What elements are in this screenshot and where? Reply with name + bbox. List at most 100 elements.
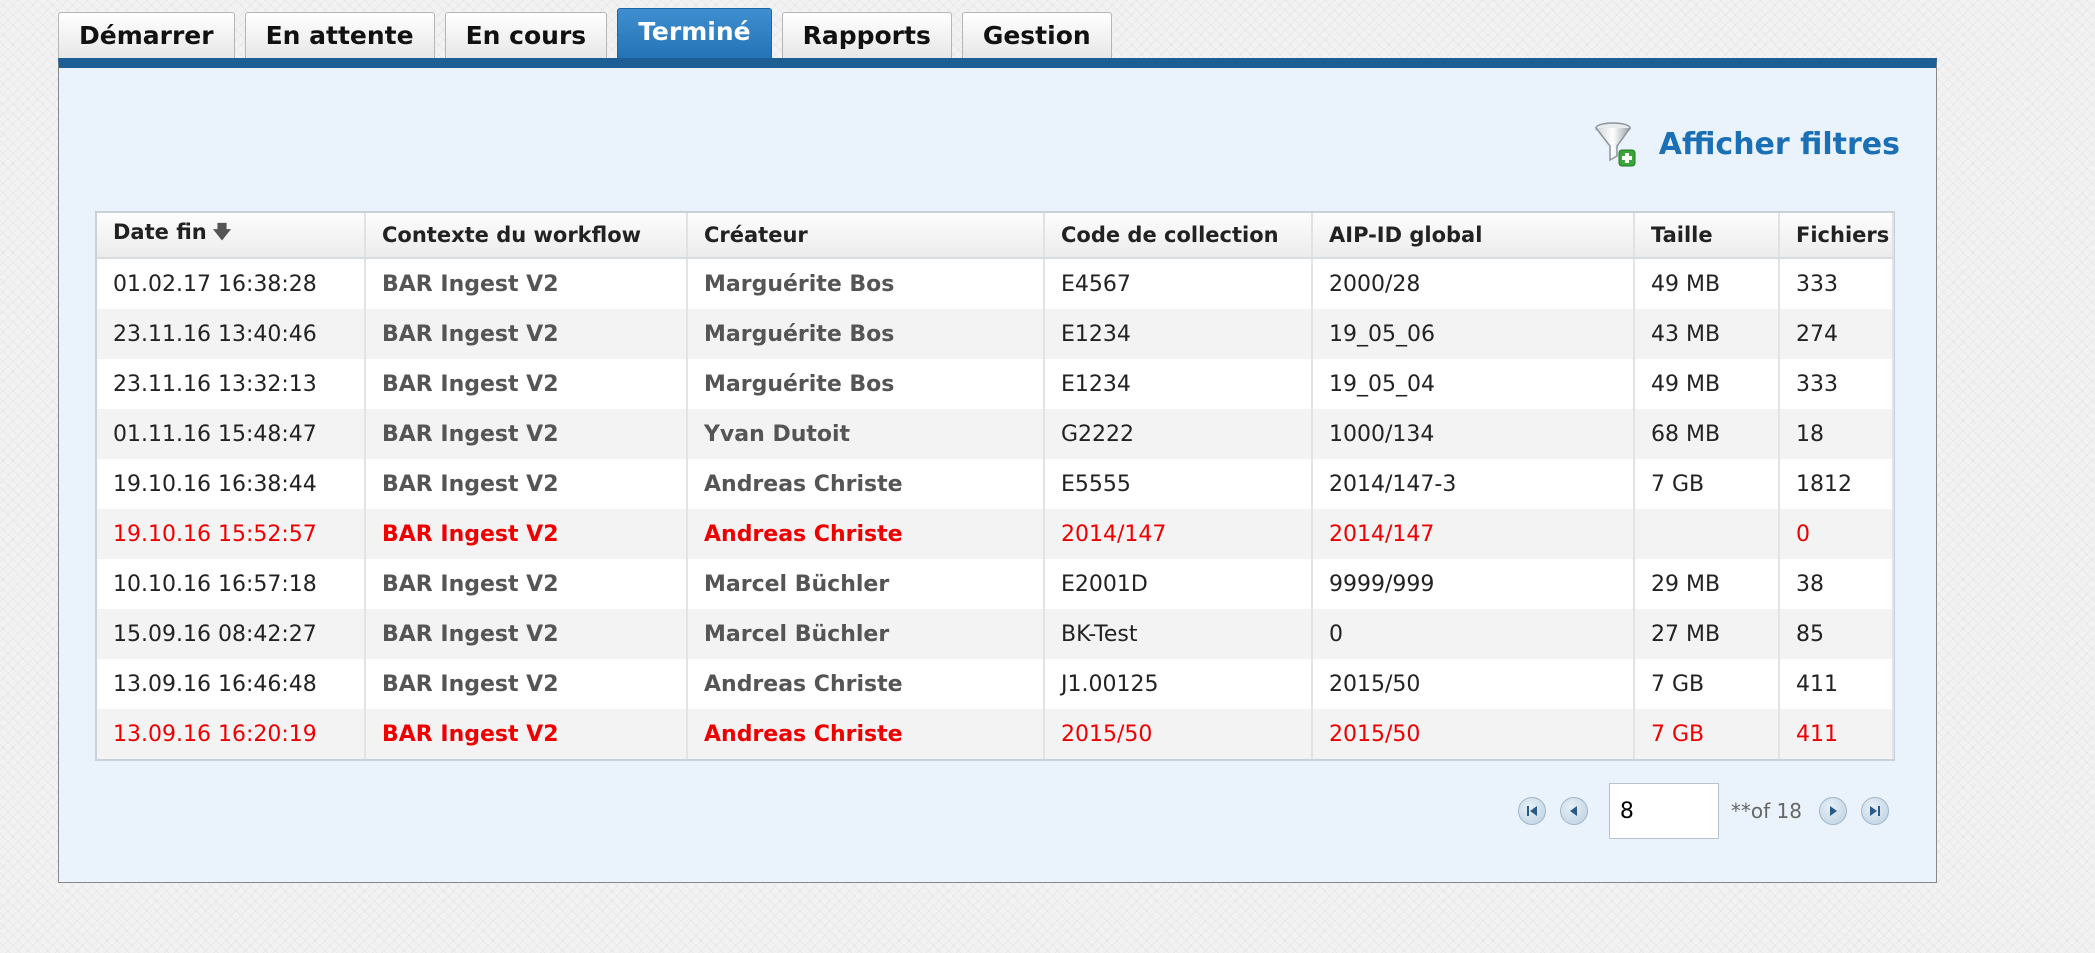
cell-contexte: BAR Ingest V2 — [365, 709, 688, 759]
cell-taille: 68 MB — [1634, 409, 1780, 459]
last-page-button[interactable] — [1861, 797, 1889, 825]
column-header-contexte[interactable]: Contexte du workflow — [365, 213, 688, 259]
table-row[interactable]: 13.09.16 16:20:19 BAR Ingest V2 Andreas … — [97, 709, 1894, 759]
table-row[interactable]: 19.10.16 16:38:44 BAR Ingest V2 Andreas … — [97, 459, 1894, 509]
cell-fichiers: 411 — [1779, 659, 1894, 709]
cell-contexte: BAR Ingest V2 — [365, 309, 688, 359]
column-header-createur[interactable]: Créateur — [687, 213, 1045, 259]
tab-rapports[interactable]: Rapports — [781, 12, 952, 58]
cell-date-fin: 23.11.16 13:40:46 — [97, 309, 366, 359]
last-page-icon — [1870, 806, 1880, 816]
next-page-icon — [1830, 806, 1837, 816]
cell-date-fin: 13.09.16 16:20:19 — [97, 709, 366, 759]
cell-createur: Marguérite Bos — [687, 359, 1045, 409]
cell-contexte: BAR Ingest V2 — [365, 258, 688, 309]
page: Démarrer En attente En cours Terminé Rap… — [10, 6, 2070, 906]
cell-taille: 7 GB — [1634, 709, 1780, 759]
column-header-fichiers[interactable]: Fichiers — [1779, 213, 1894, 259]
tab-en-attente[interactable]: En attente — [244, 12, 435, 58]
column-header-aip-id[interactable]: AIP-ID global — [1312, 213, 1635, 259]
cell-date-fin: 15.09.16 08:42:27 — [97, 609, 366, 659]
tab-panel: Afficher filtres Date fin 🡇 Contexte du w… — [58, 58, 1937, 883]
cell-taille — [1634, 509, 1780, 559]
cell-taille: 49 MB — [1634, 258, 1780, 309]
cell-fichiers: 85 — [1779, 609, 1894, 659]
cell-fichiers: 333 — [1779, 258, 1894, 309]
cell-date-fin: 13.09.16 16:46:48 — [97, 659, 366, 709]
tab-gestion[interactable]: Gestion — [961, 12, 1112, 58]
next-page-button[interactable] — [1819, 797, 1847, 825]
cell-createur: Marcel Büchler — [687, 559, 1045, 609]
cell-fichiers: 38 — [1779, 559, 1894, 609]
cell-code-collection: E5555 — [1044, 459, 1313, 509]
table-row[interactable]: 10.10.16 16:57:18 BAR Ingest V2 Marcel B… — [97, 559, 1894, 609]
cell-contexte: BAR Ingest V2 — [365, 609, 688, 659]
cell-date-fin: 23.11.16 13:32:13 — [97, 359, 366, 409]
cell-fichiers: 0 — [1779, 509, 1894, 559]
cell-contexte: BAR Ingest V2 — [365, 509, 688, 559]
column-header-taille[interactable]: Taille — [1634, 213, 1780, 259]
cell-code-collection: 2014/147 — [1044, 509, 1313, 559]
cell-contexte: BAR Ingest V2 — [365, 359, 688, 409]
cell-contexte: BAR Ingest V2 — [365, 559, 688, 609]
cell-createur: Yvan Dutoit — [687, 409, 1045, 459]
cell-createur: Andreas Christe — [687, 459, 1045, 509]
show-filters-label: Afficher filtres — [1658, 126, 1900, 162]
page-count-label: **of 18 — [1730, 799, 1802, 823]
table-row[interactable]: 23.11.16 13:32:13 BAR Ingest V2 Marguéri… — [97, 359, 1894, 409]
cell-contexte: BAR Ingest V2 — [365, 659, 688, 709]
table-row[interactable]: 13.09.16 16:46:48 BAR Ingest V2 Andreas … — [97, 659, 1894, 709]
cell-code-collection: 2015/50 — [1044, 709, 1313, 759]
cell-date-fin: 01.02.17 16:38:28 — [97, 258, 366, 309]
cell-createur: Marguérite Bos — [687, 258, 1045, 309]
cell-aip-id: 19_05_06 — [1312, 309, 1635, 359]
cell-taille: 7 GB — [1634, 459, 1780, 509]
cell-fichiers: 18 — [1779, 409, 1894, 459]
table-row[interactable]: 15.09.16 08:42:27 BAR Ingest V2 Marcel B… — [97, 609, 1894, 659]
cell-code-collection: E4567 — [1044, 258, 1313, 309]
tab-demarrer[interactable]: Démarrer — [58, 12, 235, 58]
sort-down-icon: 🡇 — [212, 222, 232, 243]
results-table: Date fin 🡇 Contexte du workflow Créateur … — [95, 211, 1895, 761]
column-header-date-fin[interactable]: Date fin 🡇 — [97, 213, 366, 259]
tab-bar: Démarrer En attente En cours Terminé Rap… — [58, 6, 1122, 58]
cell-taille: 49 MB — [1634, 359, 1780, 409]
column-header-code-collection[interactable]: Code de collection — [1044, 213, 1313, 259]
cell-code-collection: E1234 — [1044, 309, 1313, 359]
cell-createur: Andreas Christe — [687, 659, 1045, 709]
table-row[interactable]: 19.10.16 15:52:57 BAR Ingest V2 Andreas … — [97, 509, 1894, 559]
cell-fichiers: 274 — [1779, 309, 1894, 359]
cell-aip-id: 2014/147 — [1312, 509, 1635, 559]
cell-createur: Marcel Büchler — [687, 609, 1045, 659]
cell-aip-id: 9999/999 — [1312, 559, 1635, 609]
page-number-input[interactable] — [1608, 783, 1719, 839]
column-header-label: Date fin — [113, 220, 207, 244]
cell-taille: 7 GB — [1634, 659, 1780, 709]
cell-code-collection: BK-Test — [1044, 609, 1313, 659]
cell-fichiers: 333 — [1779, 359, 1894, 409]
cell-aip-id: 2014/147-3 — [1312, 459, 1635, 509]
cell-fichiers: 411 — [1779, 709, 1894, 759]
cell-contexte: BAR Ingest V2 — [365, 459, 688, 509]
cell-createur: Andreas Christe — [687, 709, 1045, 759]
show-filters-button[interactable]: Afficher filtres — [1593, 120, 1900, 168]
table-row[interactable]: 01.11.16 15:48:47 BAR Ingest V2 Yvan Dut… — [97, 409, 1894, 459]
cell-aip-id: 0 — [1312, 609, 1635, 659]
first-page-button[interactable] — [1517, 797, 1546, 825]
first-page-icon — [1526, 806, 1537, 816]
tab-termine[interactable]: Terminé — [617, 8, 772, 58]
tab-en-cours[interactable]: En cours — [444, 12, 608, 58]
cell-code-collection: E1234 — [1044, 359, 1313, 409]
cell-date-fin: 19.10.16 16:38:44 — [97, 459, 366, 509]
funnel-add-icon — [1594, 122, 1636, 167]
previous-page-icon — [1569, 806, 1577, 816]
cell-aip-id: 2015/50 — [1312, 709, 1635, 759]
table-row[interactable]: 01.02.17 16:38:28 BAR Ingest V2 Marguéri… — [97, 258, 1894, 309]
cell-aip-id: 2015/50 — [1312, 659, 1635, 709]
cell-aip-id: 2000/28 — [1312, 258, 1635, 309]
cell-taille: 27 MB — [1634, 609, 1780, 659]
table-row[interactable]: 23.11.16 13:40:46 BAR Ingest V2 Marguéri… — [97, 309, 1894, 359]
cell-createur: Andreas Christe — [687, 509, 1045, 559]
previous-page-button[interactable] — [1559, 797, 1588, 825]
cell-contexte: BAR Ingest V2 — [365, 409, 688, 459]
